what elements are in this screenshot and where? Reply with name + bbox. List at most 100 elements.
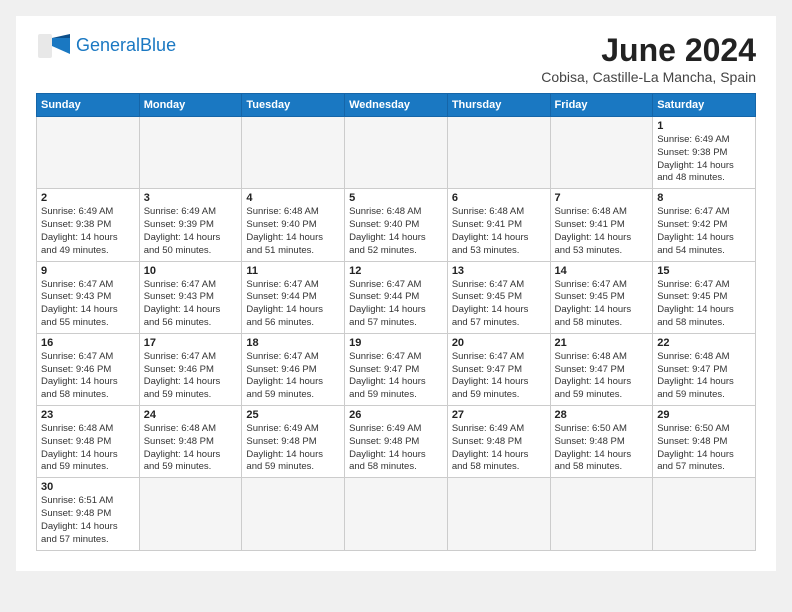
calendar-day-cell: 28Sunrise: 6:50 AM Sunset: 9:48 PM Dayli…	[550, 406, 653, 478]
calendar-day-cell: 5 Sunrise: 6:48 AM Sunset: 9:40 PM Daylig…	[345, 189, 448, 261]
calendar-day-cell: 1 Sunrise: 6:49 AM Sunset: 9:38 PM Daylig…	[653, 117, 756, 189]
logo: GeneralBlue	[36, 32, 176, 60]
calendar-day-cell	[242, 478, 345, 550]
col-thursday: Thursday	[447, 94, 550, 117]
day-number: 4	[246, 192, 340, 204]
calendar-day-cell	[139, 117, 242, 189]
calendar-day-cell: 4Sunrise: 6:48 AM Sunset: 9:40 PM Daylig…	[242, 189, 345, 261]
calendar-day-cell: 20Sunrise: 6:47 AM Sunset: 9:47 PM Dayli…	[447, 333, 550, 405]
logo-blue: Blue	[140, 35, 176, 55]
calendar-day-cell	[37, 117, 140, 189]
day-info: Sunrise: 6:47 AM Sunset: 9:45 PM Dayligh…	[657, 279, 751, 330]
calendar-day-cell	[447, 117, 550, 189]
day-info: Sunrise: 6:49 AM Sunset: 9:48 PM Dayligh…	[246, 423, 340, 474]
calendar-day-cell: 30 Sunrise: 6:51 AM Sunset: 9:48 PM Dayli…	[37, 478, 140, 550]
day-number: 1	[657, 120, 751, 132]
title-block: June 2024 Cobisa, Castille-La Mancha, Sp…	[541, 32, 756, 85]
page-header: GeneralBlue June 2024 Cobisa, Castille-L…	[36, 32, 756, 85]
day-info: Sunrise: 6:48 AM Sunset: 9:48 PM Dayligh…	[41, 423, 135, 474]
day-number: 2	[41, 192, 135, 204]
day-number: 9	[41, 265, 135, 277]
calendar-day-cell	[550, 117, 653, 189]
day-info: Sunrise: 6:47 AM Sunset: 9:46 PM Dayligh…	[246, 351, 340, 402]
calendar-day-cell: 8Sunrise: 6:47 AM Sunset: 9:42 PM Daylig…	[653, 189, 756, 261]
day-info: Sunrise: 6:47 AM Sunset: 9:42 PM Dayligh…	[657, 206, 751, 257]
day-info: Sunrise: 6:51 AM Sunset: 9:48 PM Dayligh…	[41, 495, 135, 546]
day-number: 18	[246, 337, 340, 349]
calendar-day-cell: 17 Sunrise: 6:47 AM Sunset: 9:46 PM Dayli…	[139, 333, 242, 405]
day-info: Sunrise: 6:47 AM Sunset: 9:47 PM Dayligh…	[349, 351, 443, 402]
calendar-day-cell: 27 Sunrise: 6:49 AM Sunset: 9:48 PM Dayli…	[447, 406, 550, 478]
day-info: Sunrise: 6:47 AM Sunset: 9:45 PM Dayligh…	[452, 279, 546, 330]
calendar-day-cell	[345, 117, 448, 189]
calendar-day-cell	[139, 478, 242, 550]
calendar-day-cell: 13 Sunrise: 6:47 AM Sunset: 9:45 PM Dayli…	[447, 261, 550, 333]
calendar-day-cell: 6Sunrise: 6:48 AM Sunset: 9:41 PM Daylig…	[447, 189, 550, 261]
calendar-week-row: 16 Sunrise: 6:47 AM Sunset: 9:46 PM Dayli…	[37, 333, 756, 405]
day-number: 23	[41, 409, 135, 421]
calendar-day-cell: 29 Sunrise: 6:50 AM Sunset: 9:48 PM Dayli…	[653, 406, 756, 478]
day-number: 5	[349, 192, 443, 204]
calendar-week-row: 1 Sunrise: 6:49 AM Sunset: 9:38 PM Daylig…	[37, 117, 756, 189]
calendar-day-cell: 3 Sunrise: 6:49 AM Sunset: 9:39 PM Daylig…	[139, 189, 242, 261]
day-info: Sunrise: 6:47 AM Sunset: 9:45 PM Dayligh…	[555, 279, 649, 330]
day-info: Sunrise: 6:48 AM Sunset: 9:47 PM Dayligh…	[657, 351, 751, 402]
day-number: 3	[144, 192, 238, 204]
calendar-day-cell	[345, 478, 448, 550]
day-number: 30	[41, 481, 135, 493]
calendar-day-cell	[447, 478, 550, 550]
calendar-day-cell: 26Sunrise: 6:49 AM Sunset: 9:48 PM Dayli…	[345, 406, 448, 478]
calendar-day-cell: 24Sunrise: 6:48 AM Sunset: 9:48 PM Dayli…	[139, 406, 242, 478]
day-info: Sunrise: 6:47 AM Sunset: 9:46 PM Dayligh…	[41, 351, 135, 402]
calendar-week-row: 9 Sunrise: 6:47 AM Sunset: 9:43 PM Daylig…	[37, 261, 756, 333]
day-number: 7	[555, 192, 649, 204]
day-info: Sunrise: 6:48 AM Sunset: 9:40 PM Dayligh…	[349, 206, 443, 257]
day-number: 27	[452, 409, 546, 421]
calendar-day-cell: 7Sunrise: 6:48 AM Sunset: 9:41 PM Daylig…	[550, 189, 653, 261]
calendar-day-cell: 15 Sunrise: 6:47 AM Sunset: 9:45 PM Dayli…	[653, 261, 756, 333]
calendar-day-cell: 9 Sunrise: 6:47 AM Sunset: 9:43 PM Daylig…	[37, 261, 140, 333]
day-number: 14	[555, 265, 649, 277]
day-info: Sunrise: 6:47 AM Sunset: 9:43 PM Dayligh…	[41, 279, 135, 330]
calendar-week-row: 2Sunrise: 6:49 AM Sunset: 9:38 PM Daylig…	[37, 189, 756, 261]
calendar-week-row: 23 Sunrise: 6:48 AM Sunset: 9:48 PM Dayli…	[37, 406, 756, 478]
calendar-table: Sunday Monday Tuesday Wednesday Thursday…	[36, 93, 756, 551]
day-number: 28	[555, 409, 649, 421]
logo-text: GeneralBlue	[76, 36, 176, 56]
day-number: 15	[657, 265, 751, 277]
day-info: Sunrise: 6:49 AM Sunset: 9:38 PM Dayligh…	[657, 134, 751, 185]
day-info: Sunrise: 6:49 AM Sunset: 9:48 PM Dayligh…	[349, 423, 443, 474]
calendar-page: GeneralBlue June 2024 Cobisa, Castille-L…	[16, 16, 776, 571]
calendar-day-cell: 23 Sunrise: 6:48 AM Sunset: 9:48 PM Dayli…	[37, 406, 140, 478]
day-number: 22	[657, 337, 751, 349]
calendar-day-cell: 14 Sunrise: 6:47 AM Sunset: 9:45 PM Dayli…	[550, 261, 653, 333]
day-info: Sunrise: 6:49 AM Sunset: 9:39 PM Dayligh…	[144, 206, 238, 257]
day-info: Sunrise: 6:47 AM Sunset: 9:43 PM Dayligh…	[144, 279, 238, 330]
day-number: 24	[144, 409, 238, 421]
calendar-day-cell: 25 Sunrise: 6:49 AM Sunset: 9:48 PM Dayli…	[242, 406, 345, 478]
col-friday: Friday	[550, 94, 653, 117]
logo-general: General	[76, 35, 140, 55]
day-info: Sunrise: 6:49 AM Sunset: 9:48 PM Dayligh…	[452, 423, 546, 474]
calendar-day-cell: 18 Sunrise: 6:47 AM Sunset: 9:46 PM Dayli…	[242, 333, 345, 405]
day-info: Sunrise: 6:47 AM Sunset: 9:47 PM Dayligh…	[452, 351, 546, 402]
col-saturday: Saturday	[653, 94, 756, 117]
day-info: Sunrise: 6:48 AM Sunset: 9:47 PM Dayligh…	[555, 351, 649, 402]
col-monday: Monday	[139, 94, 242, 117]
day-number: 25	[246, 409, 340, 421]
col-tuesday: Tuesday	[242, 94, 345, 117]
calendar-week-row: 30 Sunrise: 6:51 AM Sunset: 9:48 PM Dayli…	[37, 478, 756, 550]
calendar-header-row: Sunday Monday Tuesday Wednesday Thursday…	[37, 94, 756, 117]
calendar-day-cell: 16 Sunrise: 6:47 AM Sunset: 9:46 PM Dayli…	[37, 333, 140, 405]
day-info: Sunrise: 6:50 AM Sunset: 9:48 PM Dayligh…	[657, 423, 751, 474]
day-number: 17	[144, 337, 238, 349]
calendar-day-cell: 21 Sunrise: 6:48 AM Sunset: 9:47 PM Dayli…	[550, 333, 653, 405]
day-info: Sunrise: 6:47 AM Sunset: 9:44 PM Dayligh…	[349, 279, 443, 330]
day-number: 21	[555, 337, 649, 349]
day-number: 16	[41, 337, 135, 349]
col-wednesday: Wednesday	[345, 94, 448, 117]
day-info: Sunrise: 6:47 AM Sunset: 9:46 PM Dayligh…	[144, 351, 238, 402]
day-number: 13	[452, 265, 546, 277]
day-number: 29	[657, 409, 751, 421]
calendar-day-cell: 12Sunrise: 6:47 AM Sunset: 9:44 PM Dayli…	[345, 261, 448, 333]
